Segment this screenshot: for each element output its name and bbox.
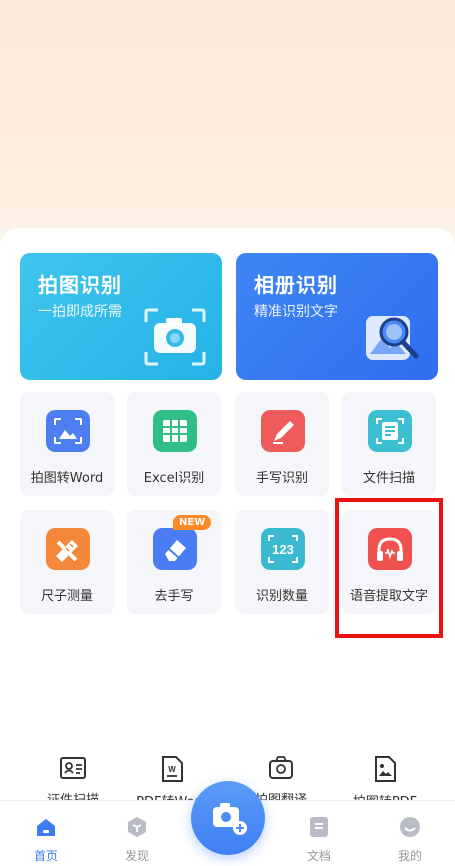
camera-capture-button[interactable] [191,781,265,855]
tile-label: 手写识别 [255,471,308,486]
eraser-icon [153,528,197,570]
nav-home-label: 首页 [33,849,58,863]
nav-home[interactable]: 首页 [16,815,76,864]
tile-label: 尺子测量 [40,589,93,604]
number-count-icon: 123 [261,528,305,570]
count-icon-text: 123 [272,542,294,557]
photo-recognition-title: 拍图识别 [38,273,122,297]
spreadsheet-icon [153,410,197,452]
tile-label: 拍图转Word [30,471,104,486]
tile-label: 文件扫描 [362,471,415,486]
highlight-box [335,498,443,638]
new-badge: NEW [173,515,212,530]
nav-mine[interactable]: 我的 [380,815,440,864]
cube-icon [128,817,146,837]
svg-text:W: W [168,765,176,774]
camera-icon [144,308,206,366]
tile-photo-to-word[interactable]: 拍图转Word [20,392,114,496]
camera-plus-icon [213,803,247,835]
document-icon [310,817,328,837]
nav-discover-label: 发现 [124,849,149,863]
document-scan-icon [368,410,412,452]
tile-excel-recognition[interactable]: Excel识别 [127,392,221,496]
photo-recognition-subtitle: 一拍即成所需 [38,304,122,320]
nav-docs[interactable]: 文档 [289,815,349,864]
photo-frame-icon [46,410,90,452]
tile-label: 识别数量 [255,589,308,604]
photo-recognition-card[interactable]: 拍图识别 一拍即成所需 [20,253,222,380]
tile-label: Excel识别 [143,471,205,486]
pen-icon [261,410,305,452]
tile-file-scan[interactable]: 文件扫描 [342,392,436,496]
ruler-icon [46,528,90,570]
tile-label: 去手写 [154,589,194,604]
id-card-icon [60,757,86,779]
profile-icon [400,817,420,837]
album-recognition-subtitle: 精准识别文字 [254,304,338,320]
tile-ruler-measure[interactable]: 尺子测量 [20,510,114,614]
nav-discover[interactable]: 发现 [107,815,167,864]
tile-remove-handwriting[interactable]: NEW 去手写 [127,510,221,614]
home-icon [37,819,55,836]
nav-mine-label: 我的 [397,849,422,863]
tile-count-recognition[interactable]: 123 识别数量 [235,510,329,614]
translate-camera-icon [269,756,293,779]
album-recognition-card[interactable]: 相册识别 精准识别文字 [236,253,438,380]
image-pdf-icon [375,756,396,782]
tile-handwriting-recognition[interactable]: 手写识别 [235,392,329,496]
pdf-word-icon: W [162,756,183,782]
album-recognition-title: 相册识别 [254,273,338,297]
image-search-icon [366,316,419,360]
nav-docs-label: 文档 [306,849,331,863]
